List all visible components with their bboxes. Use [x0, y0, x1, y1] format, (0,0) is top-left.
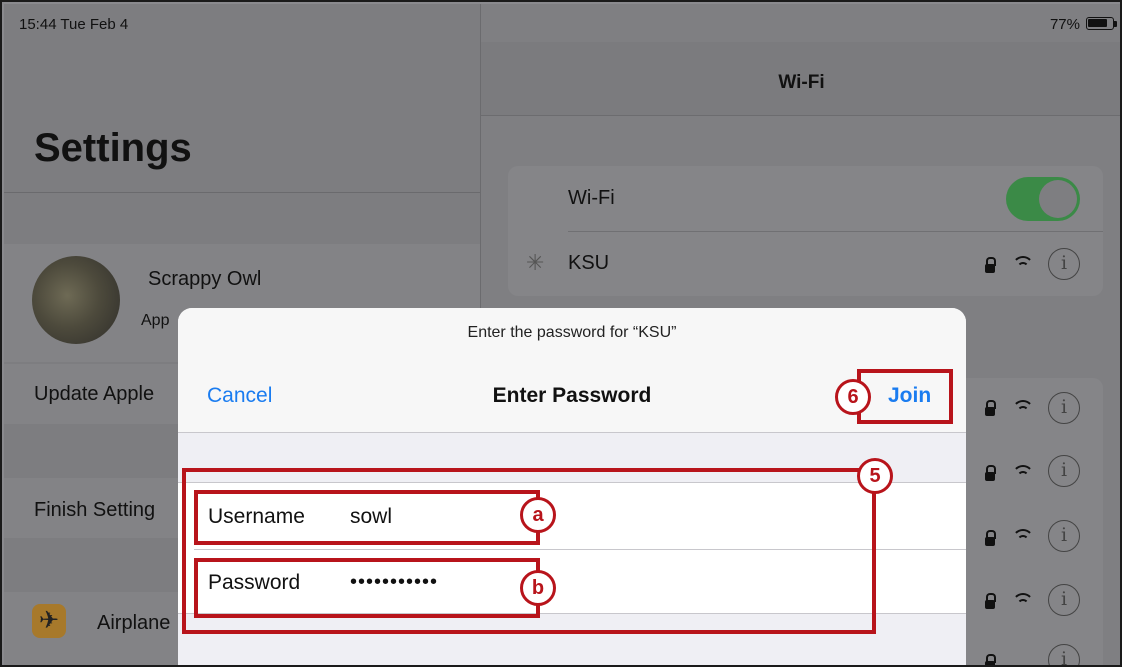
wifi-toggle-label: Wi-Fi	[568, 187, 615, 209]
wifi-nav-bar: Wi-Fi	[481, 42, 1120, 116]
info-icon[interactable]: i	[1048, 392, 1080, 424]
wifi-signal-icon	[1012, 400, 1034, 416]
wifi-signal-icon	[1012, 465, 1034, 481]
loading-spinner-icon: ✳	[526, 250, 545, 275]
lock-icon	[985, 654, 996, 665]
profile-name: Scrappy Owl	[148, 268, 262, 290]
password-field[interactable]: •••••••••••	[350, 571, 438, 594]
profile-subtitle: App	[141, 312, 170, 329]
dialog-prompt: Enter the password for “KSU”	[467, 324, 677, 341]
status-bar: 15:44 Tue Feb 4 77%	[4, 4, 1120, 42]
info-icon[interactable]: i	[1048, 455, 1080, 487]
marker-a-badge: a	[520, 497, 556, 533]
wifi-nav-title: Wi-Fi	[778, 72, 825, 93]
info-icon[interactable]: i	[1048, 584, 1080, 616]
info-icon[interactable]: i	[1048, 248, 1080, 280]
step-6-badge: 6	[835, 379, 871, 415]
airplane-icon: ✈	[32, 604, 66, 638]
info-icon[interactable]: i	[1048, 520, 1080, 552]
lock-icon	[985, 400, 996, 416]
wifi-toggle[interactable]	[1006, 177, 1080, 221]
join-button[interactable]: Join	[888, 384, 931, 408]
toggle-knob	[1039, 180, 1077, 218]
battery-tip	[1114, 21, 1117, 27]
username-field[interactable]: sowl	[350, 505, 392, 529]
password-label: Password	[208, 571, 301, 594]
row-separator	[568, 231, 1103, 232]
marker-b-badge: b	[520, 570, 556, 606]
airplane-label: Airplane	[97, 612, 171, 634]
wifi-signal-icon	[1012, 593, 1034, 609]
lock-icon	[985, 593, 996, 609]
screenshot-frame: 15:44 Tue Feb 4 77% Wi-Fi Settings Scrap…	[0, 0, 1122, 667]
wifi-signal-icon	[1012, 529, 1034, 545]
network-name-ksu[interactable]: KSU	[568, 252, 609, 275]
username-label: Username	[208, 505, 305, 528]
battery-icon	[1086, 17, 1114, 30]
lock-icon	[985, 465, 996, 481]
finish-setting-label: Finish Setting	[34, 499, 156, 521]
field-separator	[194, 549, 966, 550]
title-separator	[4, 192, 480, 193]
credentials-form: Username sowl Password •••••••••••	[178, 482, 966, 614]
lock-icon	[985, 530, 996, 546]
step-5-badge: 5	[857, 458, 893, 494]
battery-percent: 77%	[1049, 16, 1080, 33]
avatar	[32, 256, 120, 344]
lock-icon	[985, 257, 996, 273]
status-time: 15:44 Tue Feb 4	[19, 16, 129, 33]
password-dialog: Enter the password for “KSU” Cancel Ente…	[178, 308, 966, 665]
update-apple-label: Update Apple	[34, 383, 155, 405]
settings-title: Settings	[34, 126, 192, 170]
wifi-signal-icon	[1012, 256, 1034, 272]
